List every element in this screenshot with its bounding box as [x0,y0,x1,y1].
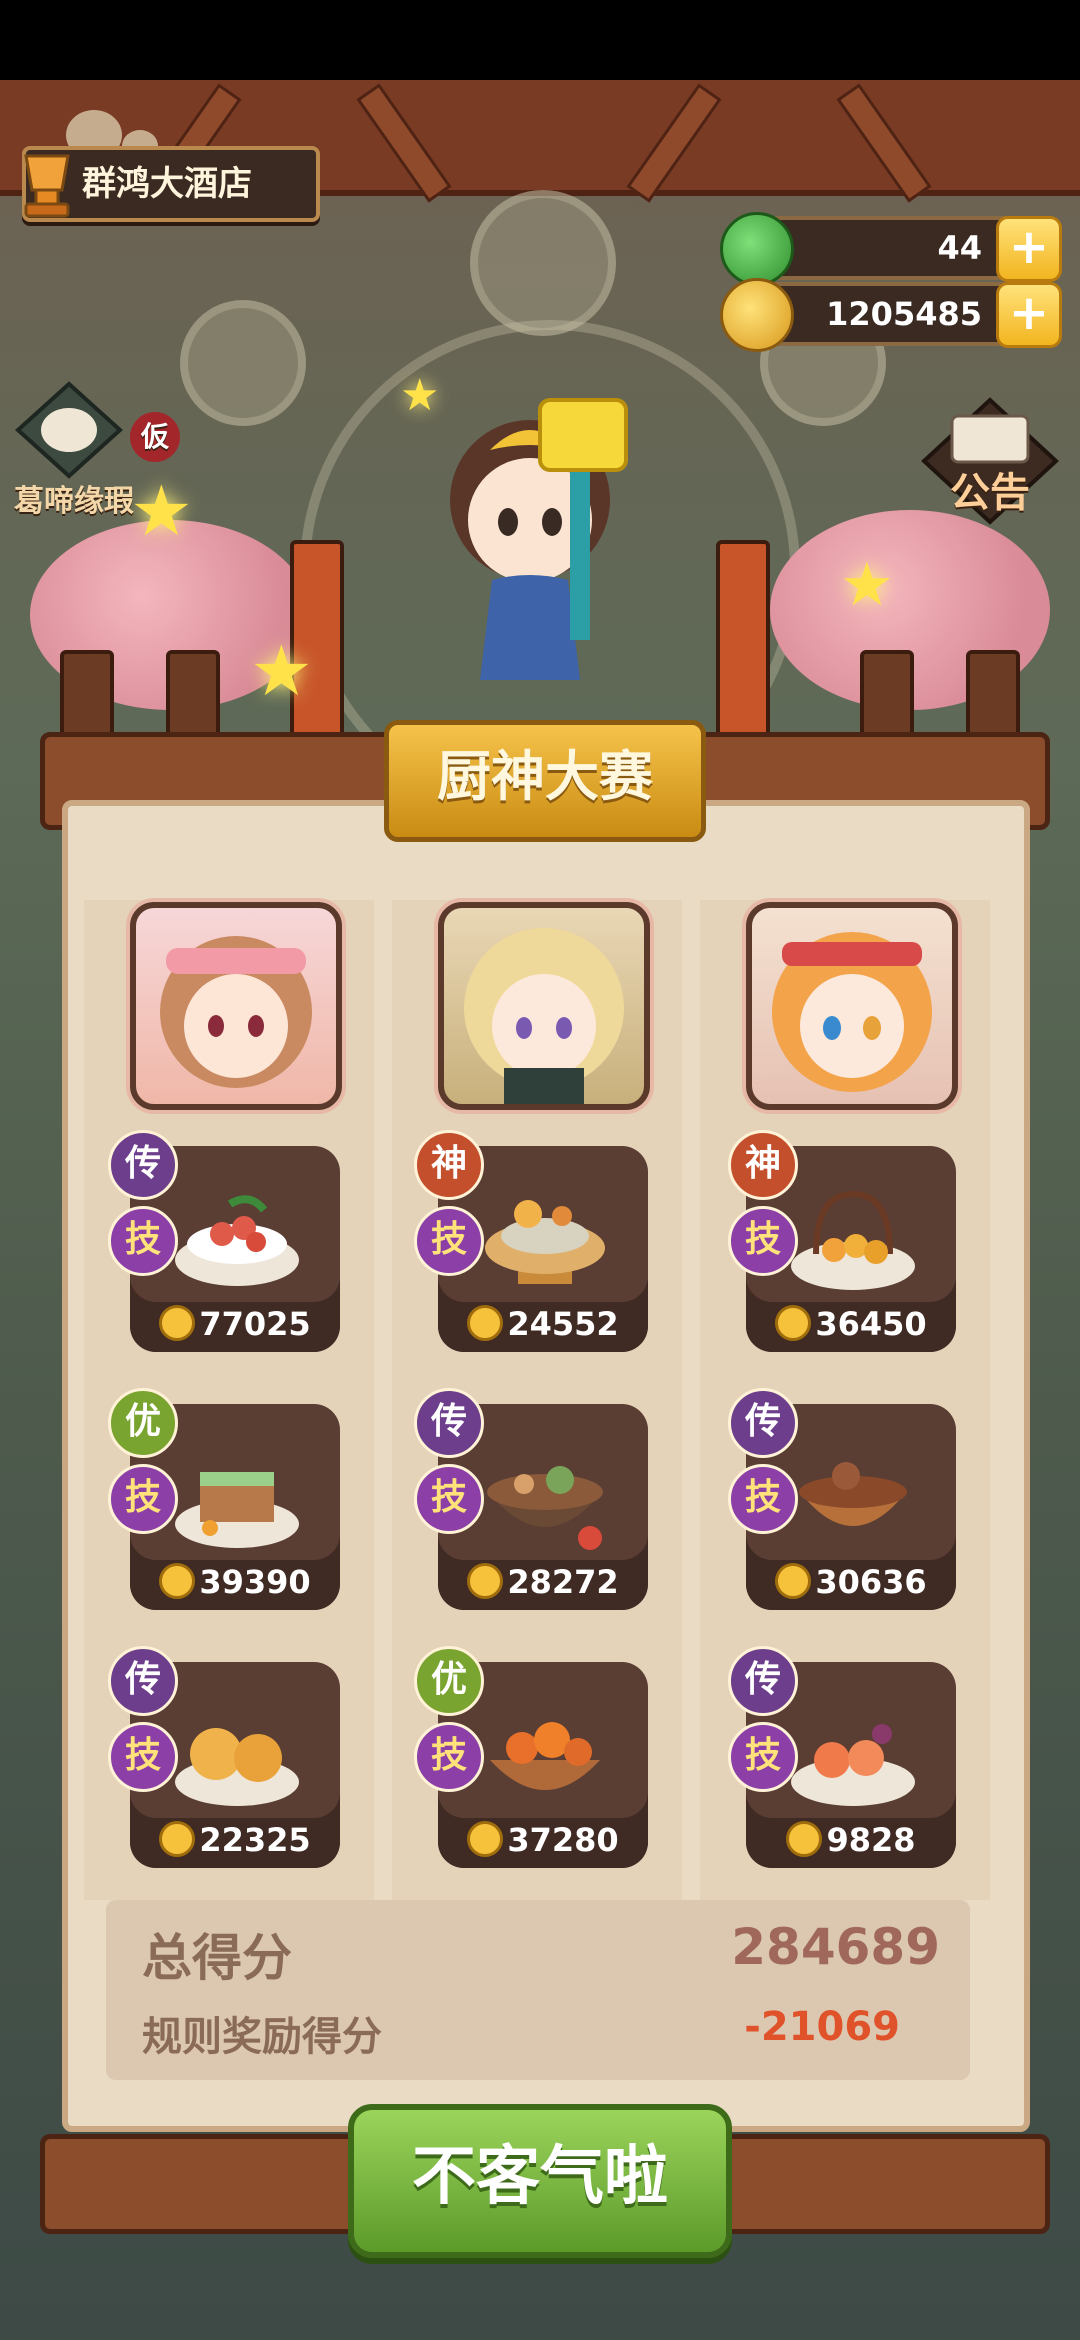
add-jade-button[interactable]: + [996,216,1062,282]
dish-layer-cake-icon [175,1472,299,1548]
chef-character [450,398,628,680]
chef-avatar-icon [464,928,624,1104]
sparkle-star-icon: ★ [840,550,894,620]
paw-emblem [470,190,616,336]
dish-steamed-platter-icon [485,1200,605,1284]
coin-icon [159,1563,196,1599]
grade-badge: 神 [728,1130,798,1200]
skill-badge: 技 [414,1722,484,1792]
dish-cost: 37280 [438,1818,648,1862]
dish-cost: 36450 [746,1302,956,1346]
coin-icon [467,1305,504,1341]
coin-icon [159,1305,196,1341]
dish-fried-cakes-icon [175,1728,299,1806]
jade-amount: 44 [937,229,982,267]
skill-badge: 技 [728,1722,798,1792]
dish-cost: 77025 [130,1302,340,1346]
dish-cost: 30636 [746,1560,956,1604]
chef-portrait[interactable] [130,902,342,1110]
event-label: 葛啼缘瑕 [14,484,134,519]
dish-cost: 24552 [438,1302,648,1346]
sparkle-star-icon: ★ [400,370,440,421]
skill-badge: 技 [108,1464,178,1534]
coin-amount: 1205485 [826,295,982,333]
coin-icon [775,1563,812,1599]
confirm-button[interactable]: 不客气啦 [348,2104,732,2258]
bird-nest-icon [15,381,123,479]
chef-portrait[interactable] [746,902,958,1110]
paw-emblem [180,300,306,426]
sparkle-star-icon: ★ [250,630,313,712]
dish-fruit-plate-icon [791,1724,915,1806]
dish-braised-pot-icon [799,1462,907,1526]
coin-icon [159,1821,196,1857]
chef-avatar-icon [160,936,312,1088]
jade-icon [720,212,794,286]
grade-badge: 优 [414,1646,484,1716]
grade-badge: 传 [414,1388,484,1458]
add-coins-button[interactable]: + [996,282,1062,348]
grade-badge: 传 [728,1646,798,1716]
skill-badge: 技 [414,1206,484,1276]
restaurant-name: 群鸿大酒店 [82,164,252,204]
dish-cost: 22325 [130,1818,340,1862]
grade-badge: 传 [108,1646,178,1716]
coin-icon [467,1821,504,1857]
bonus-score-label: 规则奖励得分 [142,2014,382,2060]
event-badge: 仮 [130,412,180,462]
contest-title: 厨神大赛 [384,720,706,842]
coin-counter: 1205485 + [720,278,1062,352]
grade-badge: 优 [108,1388,178,1458]
dish-cost: 28272 [438,1560,648,1604]
chef-avatar-icon [772,932,932,1092]
grade-badge: 传 [728,1388,798,1458]
dish-hotpot-icon [487,1466,603,1550]
coin-icon [786,1821,823,1857]
dish-cost: 39390 [130,1560,340,1604]
bonus-score-value: -21069 [744,2004,900,2050]
grade-badge: 传 [108,1130,178,1200]
skill-badge: 技 [728,1206,798,1276]
dish-crab-basket-icon [490,1722,600,1790]
chef-portrait[interactable] [438,902,650,1110]
notice-label: 公告 [950,470,1030,516]
total-score-value: 284689 [731,1918,940,1976]
sparkle-star-icon: ★ [130,470,193,552]
coin-icon [775,1305,812,1341]
dish-golden-platter-icon [791,1190,915,1290]
chef-trophy-icon [24,154,70,218]
coin-icon [720,278,794,352]
skill-badge: 技 [108,1206,178,1276]
grade-badge: 神 [414,1130,484,1200]
skill-badge: 技 [728,1464,798,1534]
roof-brace [836,83,932,203]
coin-icon [467,1563,504,1599]
roof-brace [356,83,452,203]
roof-brace [626,83,722,203]
jade-counter: 44 + [720,212,1062,286]
skill-badge: 技 [108,1722,178,1792]
skill-badge: 技 [414,1464,484,1534]
score-summary: 总得分 284689 规则奖励得分 -21069 [106,1900,970,2080]
notice-button[interactable]: 公告 [920,396,1070,526]
total-score-label: 总得分 [142,1929,292,1987]
dish-cost: 9828 [746,1818,956,1862]
restaurant-name-badge[interactable]: 群鸿大酒店 [22,146,320,222]
dish-lychee-cake-icon [175,1195,299,1286]
